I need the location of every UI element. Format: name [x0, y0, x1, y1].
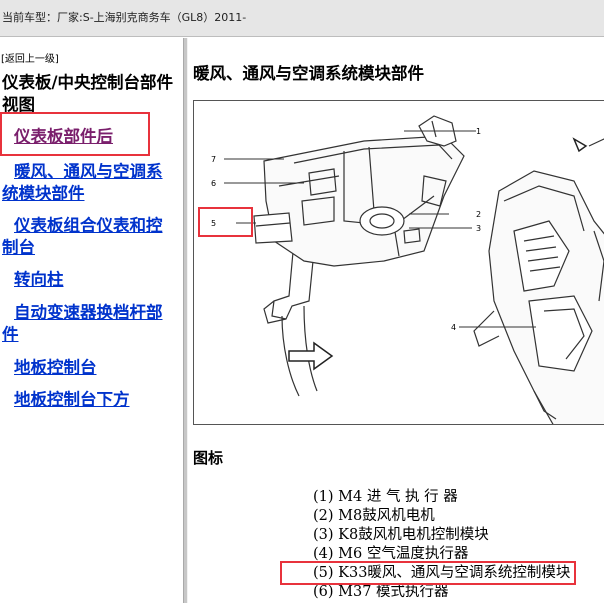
callout-5: 5 — [211, 219, 216, 228]
legend-title: 图标 — [193, 449, 224, 467]
diagram-svg: 1 2 3 4 5 6 7 — [211, 115, 604, 424]
nav-item-steering-column[interactable]: 转向柱 — [2, 269, 178, 291]
legend-item: (4) M6 空气温度执行器 — [313, 546, 469, 562]
callout-7: 7 — [211, 155, 216, 164]
legend-item: (5) K33暖风、通风与空调系统控制模块 — [313, 565, 571, 581]
nav-item-shifter[interactable]: 自动变速器换档杆部件 — [2, 302, 178, 346]
nav-item-instrument-panel-rear[interactable]: 仪表板部件后 — [2, 126, 178, 148]
nav-item-floor-console[interactable]: 地板控制台 — [2, 357, 178, 379]
back-link[interactable]: [返回上一级] — [1, 50, 59, 65]
vehicle-value: 厂家:S-上海别克商务车（GL8）2011- — [57, 11, 247, 24]
callout-4: 4 — [451, 323, 456, 332]
nav-item-cluster-console[interactable]: 仪表板组合仪表和控制台 — [2, 215, 178, 259]
callout-6: 6 — [211, 179, 216, 188]
callout-2: 2 — [476, 210, 481, 219]
sidebar-title: 仪表板/中央控制台部件视图 — [2, 73, 174, 114]
top-bar: 当前车型：厂家:S-上海别克商务车（GL8）2011- — [0, 0, 604, 37]
hvac-module-diagram: 1 2 3 4 5 6 7 — [193, 100, 604, 425]
legend-item: (6) M37 模式执行器 — [313, 584, 449, 600]
legend-item: (2) M8鼓风机电机 — [313, 508, 435, 524]
nav-item-hvac-module[interactable]: 暖风、通风与空调系统模块部件 — [2, 161, 178, 205]
callout-3: 3 — [476, 224, 481, 233]
legend-item: (3) K8鼓风机电机控制模块 — [313, 527, 489, 543]
pane-divider[interactable] — [183, 38, 188, 603]
nav-item-floor-console-lower[interactable]: 地板控制台下方 — [2, 389, 178, 411]
callout-1: 1 — [476, 127, 481, 136]
legend-item: (1) M4 进 气 执 行 器 — [313, 489, 458, 505]
vehicle-label: 当前车型： — [2, 11, 57, 24]
page-title: 暖风、通风与空调系统模块部件 — [193, 64, 424, 83]
current-vehicle: 当前车型：厂家:S-上海别克商务车（GL8）2011- — [2, 9, 246, 25]
